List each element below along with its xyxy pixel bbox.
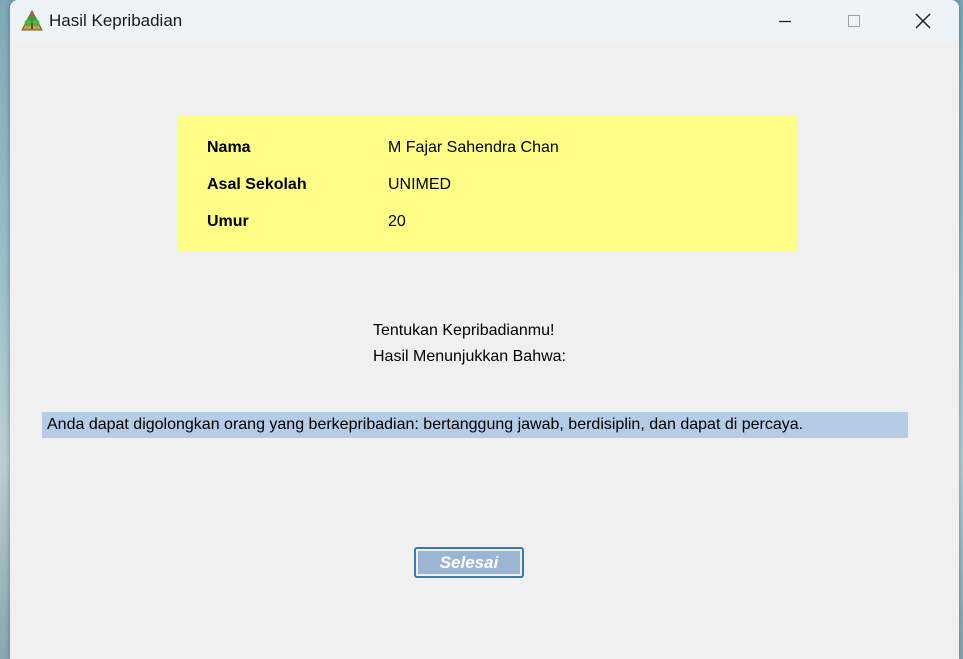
profile-panel: Nama M Fajar Sahendra Chan Asal Sekolah … <box>177 115 798 251</box>
tree-app-icon <box>21 10 43 31</box>
name-value: M Fajar Sahendra Chan <box>388 139 559 156</box>
school-label: Asal Sekolah <box>207 176 307 193</box>
title-bar[interactable]: Hasil Kepribadian <box>10 0 959 42</box>
result-subheading: Hasil Menunjukkan Bahwa: <box>373 348 566 365</box>
minimize-icon <box>779 20 791 23</box>
school-value: UNIMED <box>388 176 452 193</box>
result-heading: Tentukan Kepribadianmu! <box>373 322 555 339</box>
maximize-button[interactable] <box>831 0 877 42</box>
close-button[interactable] <box>900 0 946 42</box>
name-label: Nama <box>207 139 251 156</box>
result-window: Hasil Kepribadian Nama M Fajar Sahendra … <box>10 0 959 659</box>
minimize-button[interactable] <box>762 0 808 42</box>
personality-result-text: Anda dapat digolongkan orang yang berkep… <box>42 412 908 438</box>
age-label: Umur <box>207 213 249 230</box>
window-title: Hasil Kepribadian <box>49 11 183 30</box>
maximize-icon <box>848 15 860 27</box>
done-button-label: Selesai <box>418 551 520 574</box>
close-icon <box>915 13 931 29</box>
done-button[interactable]: Selesai <box>414 547 524 578</box>
age-value: 20 <box>388 213 406 230</box>
